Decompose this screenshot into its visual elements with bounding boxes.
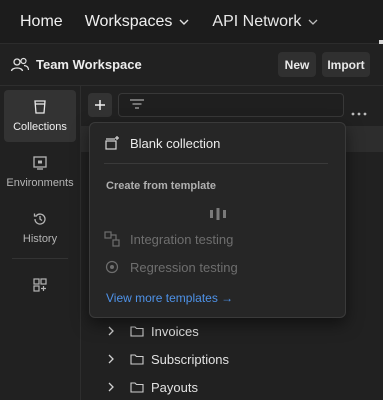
- chevron-right-icon: [108, 326, 114, 336]
- chevron-down-icon: [179, 19, 189, 25]
- nav-home[interactable]: Home: [20, 0, 63, 44]
- team-icon: [10, 57, 30, 71]
- blank-collection-item[interactable]: Blank collection: [104, 135, 220, 151]
- rail-item-label: History: [22, 233, 58, 245]
- regression-icon: [105, 260, 119, 274]
- template-regression-testing[interactable]: Regression testing: [104, 259, 238, 275]
- tree-folder-row[interactable]: Invoices: [106, 320, 199, 342]
- workspace-header: Team Workspace New Import: [0, 44, 383, 86]
- import-button[interactable]: Import: [322, 52, 370, 77]
- template-integration-testing[interactable]: Integration testing: [104, 231, 233, 247]
- collections-icon: [34, 100, 46, 114]
- tree-folder-row[interactable]: Payouts: [106, 376, 198, 398]
- history-icon: [33, 213, 46, 225]
- more-options-button[interactable]: [351, 103, 367, 121]
- folder-name: Subscriptions: [151, 351, 230, 367]
- rail-item-label: Environments: [6, 177, 74, 189]
- configure-workbench-icon: [33, 278, 47, 292]
- top-nav: Home Workspaces API Network: [0, 0, 383, 50]
- template-label: Integration testing: [130, 231, 234, 247]
- workspace-title: Team Workspace: [36, 57, 142, 72]
- folder-name: Invoices: [151, 323, 199, 339]
- plus-icon: [95, 100, 105, 110]
- rail-item-label: Collections: [13, 121, 67, 133]
- template-section-heading: Create from template: [106, 180, 217, 192]
- add-collection-button[interactable]: [88, 93, 112, 117]
- folder-icon: [130, 382, 144, 393]
- more-horizontal-icon: [351, 112, 367, 116]
- rail-item-environments[interactable]: Environments: [4, 146, 76, 198]
- menu-divider: [104, 163, 328, 164]
- integration-icon: [104, 231, 120, 247]
- nav-workspaces[interactable]: Workspaces: [85, 0, 191, 44]
- environments-icon: [33, 156, 47, 170]
- nav-api-network[interactable]: API Network: [212, 0, 319, 44]
- template-label: Regression testing: [130, 259, 238, 275]
- folder-name: Payouts: [151, 379, 198, 395]
- left-rail: Collections Environments History: [0, 86, 81, 400]
- nav-api-network-label: API Network: [212, 12, 302, 30]
- chevron-right-icon: [108, 382, 114, 392]
- folder-icon: [130, 326, 144, 337]
- chevron-right-icon: [108, 354, 114, 364]
- rail-item-configure[interactable]: [4, 262, 76, 314]
- view-more-templates-link[interactable]: View more templates →: [106, 291, 233, 305]
- blank-collection-label: Blank collection: [130, 135, 221, 151]
- new-button[interactable]: New: [278, 52, 316, 77]
- blank-collection-icon: [105, 136, 119, 150]
- tree-folder-row[interactable]: Subscriptions: [106, 348, 229, 370]
- loading-icon: [210, 207, 226, 225]
- filter-input[interactable]: [118, 93, 344, 117]
- nav-workspaces-label: Workspaces: [84, 12, 173, 30]
- filter-icon: [130, 99, 144, 109]
- folder-icon: [130, 354, 144, 365]
- chevron-down-icon: [308, 19, 318, 25]
- rail-divider: [12, 258, 68, 259]
- rail-item-history[interactable]: History: [4, 202, 76, 254]
- rail-item-collections[interactable]: Collections: [4, 90, 76, 142]
- new-collection-menu: Blank collection Create from template In…: [89, 122, 346, 318]
